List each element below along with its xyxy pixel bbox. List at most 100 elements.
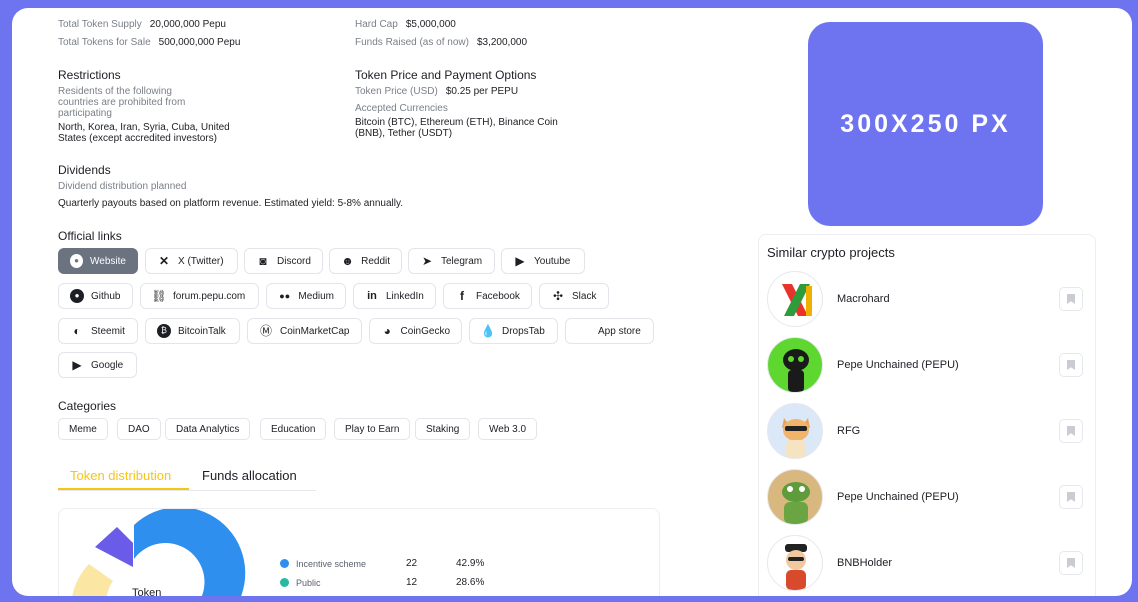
category-tag[interactable]: Data Analytics: [165, 418, 251, 440]
hard-cap-label: Hard Cap: [355, 19, 398, 30]
globe-icon: ●: [70, 254, 84, 268]
facebook-icon: f: [460, 289, 464, 303]
link-linkedin[interactable]: in LinkedIn: [353, 283, 436, 309]
telegram-icon: ➤: [421, 254, 433, 268]
linkedin-icon: in: [367, 290, 377, 302]
coingecko-icon: ◕: [383, 324, 391, 338]
restrictions-label: Residents of the following countries are…: [58, 86, 186, 119]
similar-item[interactable]: Pepe Unchained (PEPU): [767, 469, 1087, 527]
link-reddit[interactable]: ☻ Reddit: [329, 248, 402, 274]
cat-avatar-icon: [767, 403, 823, 459]
coinmarketcap-icon: Ⓜ: [259, 324, 272, 338]
similar-item[interactable]: Pepe Unchained (PEPU): [767, 337, 1087, 395]
discord-icon: ◙: [259, 254, 267, 268]
hard-cap-value: $5,000,000: [405, 19, 456, 30]
category-tag[interactable]: Web 3.0: [478, 418, 538, 440]
similar-projects-panel: Similar crypto projects Macrohard Pepe U…: [758, 234, 1096, 596]
legend-dot: [280, 578, 289, 587]
donut-center-label: Token: [132, 587, 162, 596]
link-website[interactable]: ● Website: [58, 248, 138, 274]
link-icon: ⛓: [151, 289, 167, 303]
similar-item[interactable]: RFG: [767, 403, 1087, 461]
bookmark-icon: [1067, 426, 1075, 436]
category-tag[interactable]: Meme: [58, 418, 108, 440]
funds-raised-label: Funds Raised (as of now): [355, 37, 469, 48]
price-value: $0.25 per PEPU: [445, 86, 519, 97]
link-dropstab[interactable]: 💧 DropsTab: [469, 318, 558, 344]
currencies-label: Accepted Currencies: [355, 103, 448, 114]
price-label: Token Price (USD): [355, 86, 438, 97]
link-coinmarketcap[interactable]: Ⓜ CoinMarketCap: [247, 318, 362, 344]
bookmark-icon: [1067, 558, 1075, 568]
price-title: Token Price and Payment Options: [355, 68, 537, 82]
link-github[interactable]: ● Github: [58, 283, 133, 309]
reddit-icon: ☻: [341, 254, 354, 268]
bitcoin-icon: ₿: [157, 324, 171, 338]
link-bitcointalk[interactable]: ₿ BitcoinTalk: [145, 318, 240, 344]
link-x-twitter[interactable]: ✕ X (Twitter): [145, 248, 238, 274]
total-supply-row: Total Token Supply 20,000,000 Pepu: [58, 19, 226, 30]
google-play-icon: ▶: [72, 358, 82, 372]
total-supply-label: Total Token Supply: [58, 19, 142, 30]
ad-placeholder[interactable]: 300X250 PX: [808, 22, 1043, 226]
tab-funds-allocation[interactable]: Funds allocation: [202, 468, 297, 483]
holder-avatar-icon: [767, 535, 823, 591]
bookmark-button[interactable]: [1059, 419, 1083, 443]
similar-title: Similar crypto projects: [767, 245, 895, 260]
link-medium[interactable]: ●● Medium: [266, 283, 346, 309]
restrictions-value: North, Korea, Iran, Syria, Cuba, United …: [58, 122, 230, 144]
price-row: Token Price (USD) $0.25 per PEPU: [355, 86, 518, 97]
dividends-title: Dividends: [58, 163, 111, 177]
steemit-icon: ◐: [73, 324, 81, 338]
similar-item[interactable]: BNBHolder: [767, 535, 1087, 593]
page-frame: Total Token Supply 20,000,000 Pepu Total…: [12, 8, 1132, 596]
link-forum[interactable]: ⛓ forum.pepu.com: [140, 283, 259, 309]
legend-dot: [280, 559, 289, 568]
tab-token-distribution[interactable]: Token distribution: [70, 468, 171, 483]
link-coingecko[interactable]: ◕ CoinGecko: [369, 318, 462, 344]
bookmark-icon: [1067, 492, 1075, 502]
bookmark-icon: [1067, 294, 1075, 304]
slack-icon: ✣: [552, 289, 564, 303]
youtube-icon: ▶: [515, 254, 525, 268]
medium-icon: ●●: [279, 291, 291, 301]
link-google[interactable]: ▶ Google: [58, 352, 137, 378]
link-facebook[interactable]: f Facebook: [443, 283, 532, 309]
link-discord[interactable]: ◙ Discord: [244, 248, 323, 274]
bookmark-button[interactable]: [1059, 353, 1083, 377]
similar-item[interactable]: Macrohard: [767, 271, 1087, 329]
categories-title: Categories: [58, 399, 117, 413]
bookmark-icon: [1067, 360, 1075, 370]
github-icon: ●: [70, 289, 84, 303]
link-slack[interactable]: ✣ Slack: [539, 283, 609, 309]
link-app-store[interactable]: App store: [565, 318, 654, 344]
pepe-avatar-icon: [767, 337, 823, 393]
active-tab-underline: [58, 488, 189, 490]
links-title: Official links: [58, 229, 122, 243]
dividends-value: Quarterly payouts based on platform reve…: [58, 198, 403, 209]
category-tag[interactable]: Staking: [415, 418, 471, 440]
bookmark-button[interactable]: [1059, 287, 1083, 311]
x-icon: ✕: [158, 254, 170, 268]
category-tag[interactable]: Play to Earn: [334, 418, 411, 440]
dividends-label: Dividend distribution planned: [58, 181, 187, 192]
distribution-card: Token Incentive scheme 22 42.9% Public 1…: [58, 508, 660, 596]
distribution-tabs: Token distribution Funds allocation: [58, 464, 316, 491]
legend-item: Incentive scheme 22 42.9%: [280, 558, 484, 569]
link-steemit[interactable]: ◐ Steemit: [58, 318, 138, 344]
donut-chart: [72, 509, 246, 596]
dropstab-icon: 💧: [480, 324, 496, 338]
category-tag[interactable]: DAO: [117, 418, 161, 440]
funds-raised-row: Funds Raised (as of now) $3,200,000: [355, 37, 527, 48]
link-telegram[interactable]: ➤ Telegram: [408, 248, 495, 274]
frog-avatar-icon: [767, 469, 823, 525]
bookmark-button[interactable]: [1059, 551, 1083, 575]
bookmark-button[interactable]: [1059, 485, 1083, 509]
link-youtube[interactable]: ▶ Youtube: [501, 248, 585, 274]
donut-slice-incentive: [134, 509, 246, 596]
category-tag[interactable]: Education: [260, 418, 327, 440]
legend-item: Public 12 28.6%: [280, 577, 484, 588]
currencies-value: Bitcoin (BTC), Ethereum (ETH), Binance C…: [355, 117, 558, 139]
total-supply-value: 20,000,000 Pepu: [149, 19, 226, 30]
for-sale-label: Total Tokens for Sale: [58, 37, 151, 48]
